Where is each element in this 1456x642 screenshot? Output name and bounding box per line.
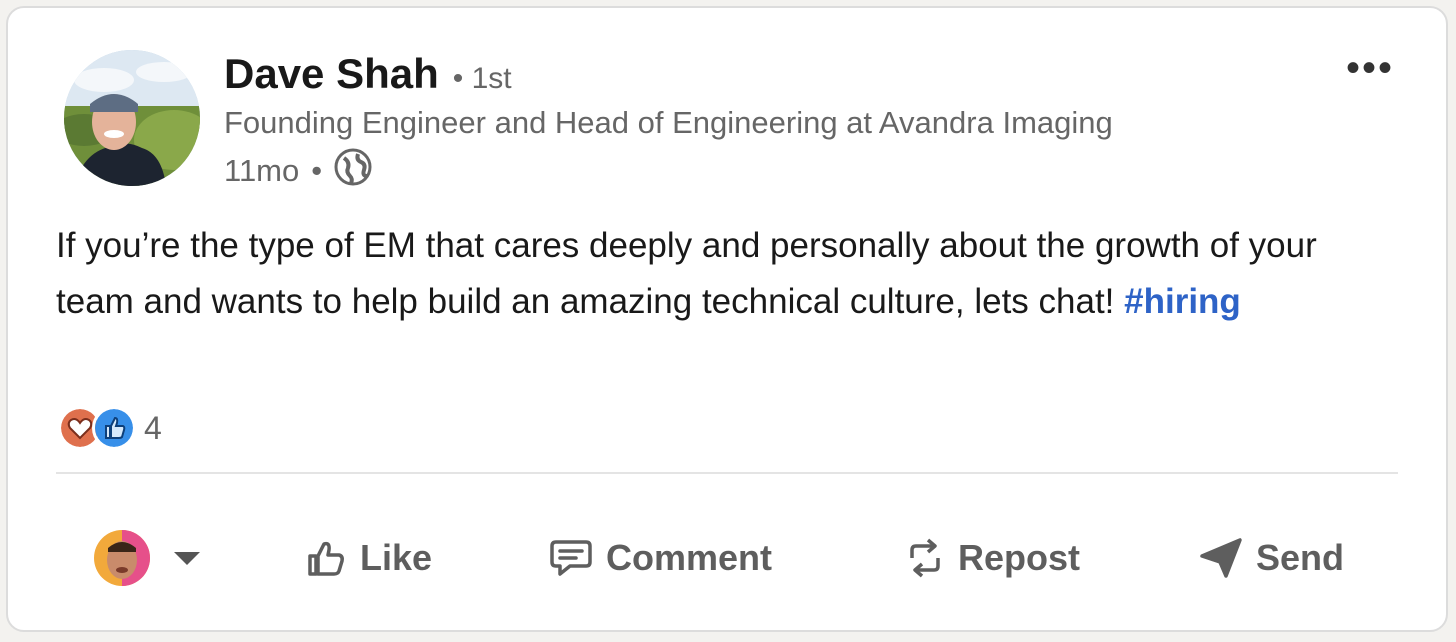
actions-divider: [56, 472, 1398, 474]
thumbs-up-icon: [308, 541, 344, 576]
chevron-down-icon: [174, 551, 200, 565]
connection-degree: • 1st: [452, 62, 512, 95]
globe-icon: [334, 148, 372, 194]
like-label: Like: [360, 537, 433, 578]
repost-icon: [910, 538, 940, 578]
post-text: If you’re the type of EM that cares deep…: [56, 218, 1346, 330]
connection-degree-label: 1st: [471, 62, 512, 95]
comment-label: Comment: [606, 537, 773, 578]
like-icon: [92, 406, 136, 450]
author-name[interactable]: Dave Shah: [224, 50, 439, 98]
author-headline: Founding Engineer and Head of Engineerin…: [224, 105, 1113, 140]
more-options-icon[interactable]: •••: [1346, 46, 1394, 91]
author-name-row: Dave Shah • 1st: [224, 50, 512, 98]
reaction-actor-selector[interactable]: [94, 518, 200, 598]
repost-button[interactable]: Repost: [904, 536, 1080, 580]
meta-separator: •: [311, 153, 323, 188]
post-age: 11mo: [224, 153, 300, 188]
user-avatar: [94, 530, 150, 586]
hashtag-link[interactable]: #hiring: [1124, 282, 1241, 321]
author-avatar[interactable]: [64, 50, 200, 186]
reaction-count: 4: [144, 409, 162, 446]
reactions-summary[interactable]: 4: [58, 406, 162, 450]
comment-button[interactable]: Comment: [548, 536, 772, 580]
send-button[interactable]: Send: [1198, 536, 1344, 580]
post-meta: 11mo •: [224, 148, 372, 194]
repost-label: Repost: [958, 537, 1081, 578]
like-button[interactable]: Like: [304, 536, 432, 580]
comment-icon: [550, 540, 592, 576]
send-label: Send: [1256, 537, 1345, 578]
post-actions-bar: Like Comment Repost Send: [8, 518, 1446, 598]
feed-post-card: Dave Shah • 1st Founding Engineer and He…: [6, 6, 1448, 632]
send-icon: [1200, 538, 1242, 578]
